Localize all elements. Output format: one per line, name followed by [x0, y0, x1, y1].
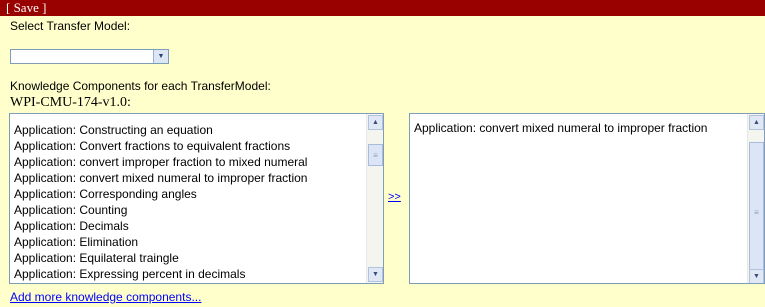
selected-components-list[interactable]: Application: convert mixed numeral to im…	[409, 113, 765, 284]
top-bar: [ Save ]	[0, 0, 765, 16]
list-item[interactable]: Application: convert improper fraction t…	[10, 154, 366, 170]
kc-section-label: Knowledge Components for each TransferMo…	[10, 79, 271, 93]
list-item[interactable]: Application: Constructing an equation	[10, 122, 366, 138]
add-more-components-link[interactable]: Add more knowledge components...	[10, 290, 201, 304]
scroll-thumb[interactable]: ≡	[749, 142, 764, 282]
scroll-down-icon[interactable]: ▼	[368, 267, 383, 282]
list-item[interactable]: Application: Equilateral traingle	[10, 250, 366, 266]
available-components-items: Application: Constructing an equation Ap…	[10, 114, 366, 282]
select-transfer-model-label: Select Transfer Model:	[10, 19, 131, 33]
list-item[interactable]: Application: Convert fractions to equiva…	[10, 138, 366, 154]
list-item[interactable]: Application: Counting	[10, 202, 366, 218]
list-item[interactable]: Application: convert mixed numeral to im…	[410, 114, 747, 136]
list-item[interactable]: Application: Decimals	[10, 218, 366, 234]
selected-components-items: Application: convert mixed numeral to im…	[410, 114, 747, 136]
scroll-up-icon[interactable]: ▲	[368, 115, 383, 130]
list-item[interactable]: Application: convert mixed numeral to im…	[10, 170, 366, 186]
model-name-heading: WPI-CMU-174-v1.0:	[10, 95, 131, 110]
available-list-scrollbar[interactable]: ▲ ≡ ▼	[366, 114, 383, 283]
list-item[interactable]: Application: Expressing percent in decim…	[10, 266, 366, 282]
list-item[interactable]: Application: Elimination	[10, 234, 366, 250]
list-item[interactable]: Application: Corresponding angles	[10, 186, 366, 202]
save-button[interactable]: [ Save ]	[6, 0, 46, 16]
chevron-down-icon[interactable]: ▼	[153, 50, 168, 63]
scroll-down-icon[interactable]: ▼	[749, 269, 764, 283]
transfer-model-select[interactable]: ▼	[10, 49, 169, 64]
move-right-button[interactable]: >>	[388, 191, 401, 203]
list-item[interactable]	[10, 114, 366, 122]
available-components-list[interactable]: Application: Constructing an equation Ap…	[9, 113, 384, 284]
scroll-up-icon[interactable]: ▲	[749, 115, 764, 130]
selected-list-scrollbar[interactable]: ▲ ≡ ▼	[747, 114, 764, 283]
scroll-thumb[interactable]: ≡	[368, 144, 383, 166]
